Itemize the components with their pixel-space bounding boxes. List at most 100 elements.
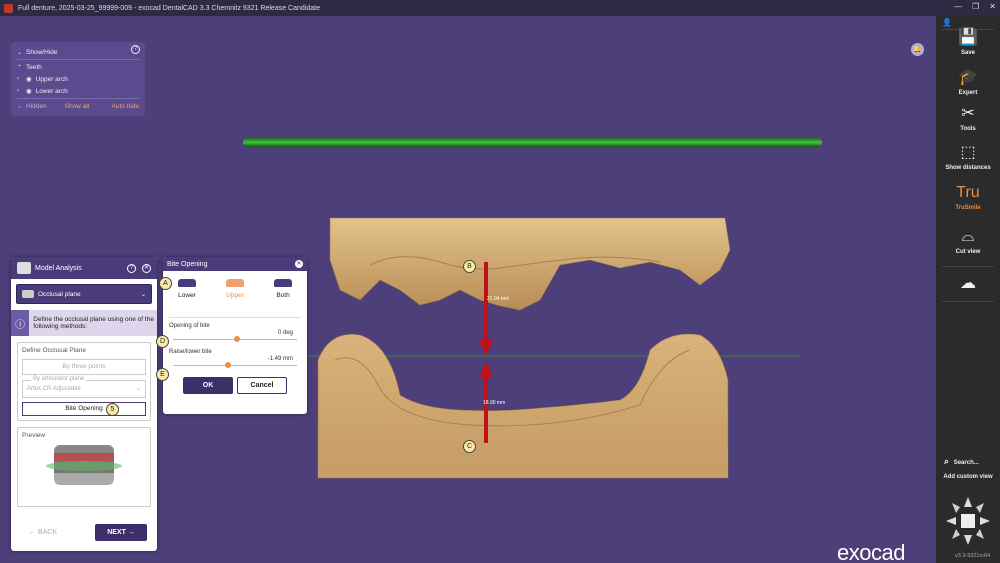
graduation-cap-icon: 🎓 bbox=[958, 69, 978, 86]
model-analysis-header: Model Analysis ? ✕ bbox=[11, 257, 157, 279]
ok-button[interactable]: OK bbox=[183, 377, 233, 394]
show-hide-title: Show/Hide bbox=[26, 48, 58, 56]
version-label: v3.3-9321rc64 bbox=[955, 553, 991, 559]
bite-opening-button[interactable]: Bite Opening bbox=[22, 402, 146, 416]
slider-thumb[interactable] bbox=[225, 362, 231, 368]
eye-icon[interactable]: ◉ bbox=[26, 87, 32, 95]
teeth-label: Teeth bbox=[26, 63, 42, 71]
bite-opening-dialog: Bite Opening ✕ Lower Upper Both Opening … bbox=[163, 257, 307, 414]
callout-5: 5 bbox=[106, 403, 119, 416]
show-hide-panel: ⌄ Show/Hide ? ⌃ Teeth › ◉ Upper arch › ◉… bbox=[11, 42, 145, 116]
app-icon bbox=[4, 3, 13, 13]
lower-jaw-icon bbox=[178, 279, 196, 287]
callout-e: E bbox=[156, 368, 169, 381]
teeth-group[interactable]: ⌃ Teeth bbox=[17, 61, 139, 73]
back-label: BACK bbox=[37, 529, 58, 536]
occlusal-plane-bar bbox=[243, 138, 822, 147]
chevron-down-icon[interactable]: ⌄ bbox=[17, 103, 26, 110]
right-toolbar: 👤 💾 Save 🎓 Expert ✂ Tools ⬚ Show distanc… bbox=[936, 16, 1000, 563]
slider-thumb[interactable] bbox=[234, 336, 240, 342]
analysis-step-value: Occlusal plane bbox=[38, 290, 81, 298]
tools-label: Tools bbox=[960, 126, 976, 132]
trusmile-label: TruSmile bbox=[955, 205, 981, 211]
model-analysis-title: Model Analysis bbox=[35, 264, 82, 272]
upper-jaw-icon bbox=[226, 279, 244, 287]
occlusal-plane-icon bbox=[22, 290, 34, 298]
eye-icon[interactable]: ◉ bbox=[26, 75, 32, 83]
preview-box: Preview bbox=[17, 427, 151, 507]
help-icon[interactable]: ? bbox=[127, 263, 136, 273]
upper-distance-label: 21.04 mm bbox=[487, 296, 509, 302]
opening-of-bite-label: Opening of bite bbox=[169, 323, 210, 329]
expert-label: Expert bbox=[958, 90, 978, 96]
close-icon[interactable]: ✕ bbox=[142, 263, 151, 273]
close-icon[interactable]: ✕ bbox=[295, 260, 303, 268]
preview-title: Preview bbox=[22, 432, 46, 439]
help-icon[interactable]: ? bbox=[131, 45, 140, 54]
analysis-step-select[interactable]: Occlusal plane ⌄ bbox=[16, 284, 152, 304]
show-distances-icon: ⬚ bbox=[960, 144, 976, 161]
lower-arch-label: Lower arch bbox=[35, 87, 68, 95]
save-button[interactable]: 💾 Save bbox=[936, 29, 1000, 56]
tab-both[interactable]: Both bbox=[263, 279, 303, 309]
show-all-link[interactable]: Show all bbox=[65, 103, 90, 110]
save-label: Save bbox=[960, 50, 975, 56]
show-distances-label: Show distances bbox=[945, 165, 991, 171]
info-text: Define the occlusal plane using one of t… bbox=[33, 316, 154, 330]
close-window-button[interactable]: ✕ bbox=[989, 2, 996, 11]
upper-arch-row[interactable]: › ◉ Upper arch bbox=[17, 73, 139, 85]
raise-lower-bite-slider[interactable]: -1.49 mm bbox=[169, 356, 301, 369]
trusmile-button[interactable]: Tru TruSmile bbox=[936, 184, 1000, 211]
save-icon: 💾 bbox=[958, 29, 978, 46]
minimize-button[interactable]: — bbox=[954, 2, 962, 11]
raise-lower-bite-label: Raise/lower bite bbox=[169, 349, 212, 355]
cancel-button[interactable]: Cancel bbox=[237, 377, 287, 394]
both-jaws-icon bbox=[274, 279, 292, 287]
info-icon: ⓘ bbox=[11, 310, 30, 336]
articulator-plane-group: By articulator plane Artex CR Adjustable… bbox=[22, 376, 146, 398]
expert-button[interactable]: 🎓 Expert bbox=[936, 69, 1000, 96]
upper-arch-label: Upper arch bbox=[35, 75, 68, 83]
user-icon[interactable]: 👤 bbox=[942, 18, 952, 27]
next-label: NEXT bbox=[107, 529, 126, 536]
chevron-down-icon: ⌄ bbox=[135, 386, 141, 392]
by-three-points-button[interactable]: By three points bbox=[22, 359, 146, 375]
preview-tool-button[interactable]: ☁ bbox=[936, 275, 1000, 296]
cloud-icon: ☁ bbox=[960, 275, 976, 292]
trusmile-icon: Tru bbox=[956, 184, 980, 201]
tab-upper[interactable]: Upper bbox=[215, 279, 255, 309]
show-hide-header[interactable]: ⌄ Show/Hide bbox=[17, 46, 139, 58]
back-button[interactable]: ← BACK bbox=[29, 529, 57, 536]
tab-upper-label: Upper bbox=[226, 292, 244, 299]
callout-c: C bbox=[463, 440, 476, 453]
info-banner: ⓘ Define the occlusal plane using one of… bbox=[11, 310, 157, 336]
show-distances-button[interactable]: ⬚ Show distances bbox=[936, 144, 1000, 171]
window-title: Full denture, 2025-03-25_99999-009 - exo… bbox=[18, 4, 320, 12]
cut-view-button[interactable]: ⌓ Cut view bbox=[936, 228, 1000, 255]
lower-distance-label: 18.90 mm bbox=[483, 400, 505, 406]
chevron-down-icon: ⌄ bbox=[140, 291, 146, 298]
search-views-button[interactable]: ⌕ Search... bbox=[936, 456, 1000, 467]
articulator-select[interactable]: Artex CR Adjustable ⌄ bbox=[27, 383, 141, 395]
articulator-value: Artex CR Adjustable bbox=[27, 386, 81, 392]
define-title: Define Occlusal Plane bbox=[22, 347, 86, 354]
articulator-plane-legend: By articulator plane bbox=[31, 376, 87, 382]
preview-image bbox=[46, 445, 122, 485]
notification-icon[interactable]: 🔔 bbox=[911, 43, 924, 56]
raise-lower-bite-value: -1.49 mm bbox=[267, 356, 293, 362]
maximize-button[interactable]: ❐ bbox=[972, 2, 979, 11]
view-cube[interactable] bbox=[942, 493, 994, 549]
callout-d: D bbox=[156, 335, 169, 348]
tab-lower[interactable]: Lower bbox=[167, 279, 207, 309]
tab-lower-label: Lower bbox=[178, 292, 196, 299]
chevron-right-icon: › bbox=[17, 76, 19, 82]
chevron-right-icon: › bbox=[17, 88, 19, 94]
add-custom-view-button[interactable]: Add custom view bbox=[936, 474, 1000, 480]
opening-of-bite-slider[interactable]: 0 deg bbox=[169, 330, 301, 343]
chevron-up-icon: ⌃ bbox=[17, 64, 23, 71]
auto-hide-link[interactable]: Auto hide bbox=[112, 103, 139, 110]
tab-both-label: Both bbox=[276, 292, 290, 299]
lower-arch-row[interactable]: › ◉ Lower arch bbox=[17, 85, 139, 97]
next-button[interactable]: NEXT → bbox=[95, 524, 147, 541]
tools-button[interactable]: ✂ Tools bbox=[936, 105, 1000, 132]
